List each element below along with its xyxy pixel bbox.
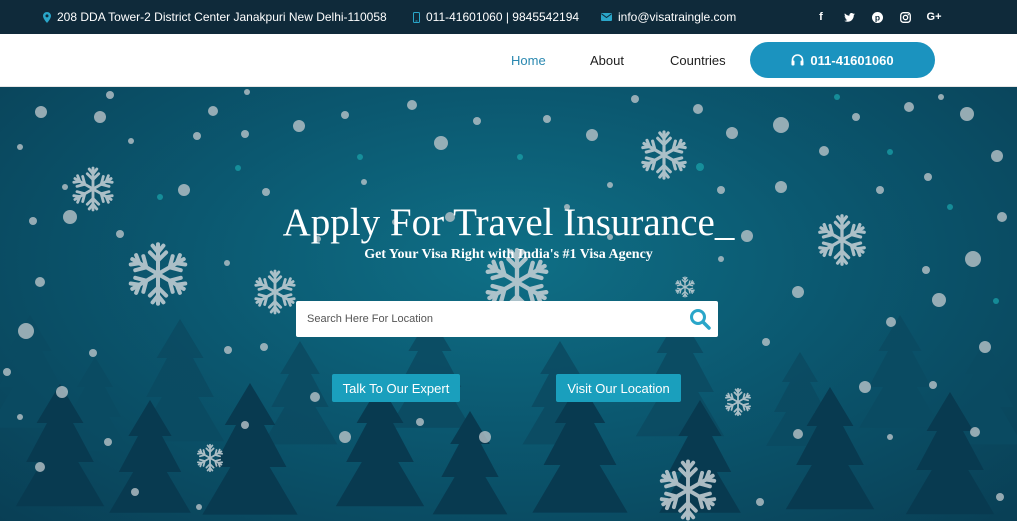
nav-link-countries[interactable]: Countries [670,34,726,86]
call-button-label: 011-41601060 [810,52,894,68]
mobile-phone-icon [413,11,420,23]
envelope-icon [601,13,612,21]
instagram-icon[interactable] [899,11,911,23]
google-plus-icon[interactable]: G+ [927,11,942,23]
address-text: 208 DDA Tower-2 District Center Janakpur… [57,10,387,24]
location-search-box [296,301,718,337]
nav-link-about[interactable]: About [590,34,624,86]
hero-banner: Apply For Travel Insurance_ Get Your Vis… [0,87,1017,521]
talk-to-expert-button[interactable]: Talk To Our Expert [332,374,460,402]
facebook-icon[interactable]: f [815,11,827,23]
headphones-icon [791,54,804,66]
pinterest-icon[interactable]: p [871,11,883,23]
phone-item[interactable]: 011-41601060 | 9845542194 [413,0,579,34]
map-pin-icon [43,11,51,23]
email-text[interactable]: info@visatraingle.com [618,10,736,24]
top-info-bar: 208 DDA Tower-2 District Center Janakpur… [0,0,1017,34]
hero-title: Apply For Travel Insurance_ [282,201,735,244]
visit-our-location-button[interactable]: Visit Our Location [556,374,681,402]
social-links: f p G+ [815,0,941,34]
svg-text:p: p [874,12,879,22]
location-search-input[interactable] [296,302,682,336]
nav-link-home[interactable]: Home [511,34,546,86]
hero-subtitle: Get Your Visa Right with India's #1 Visa… [364,247,653,262]
search-icon[interactable] [682,301,718,337]
main-navigation: Home About Countries 011-41601060 [0,34,1017,87]
twitter-icon[interactable] [843,11,855,23]
phone-text[interactable]: 011-41601060 | 9845542194 [426,10,579,24]
address-item: 208 DDA Tower-2 District Center Janakpur… [43,0,387,34]
email-item[interactable]: info@visatraingle.com [601,0,736,34]
call-button[interactable]: 011-41601060 [750,42,935,78]
